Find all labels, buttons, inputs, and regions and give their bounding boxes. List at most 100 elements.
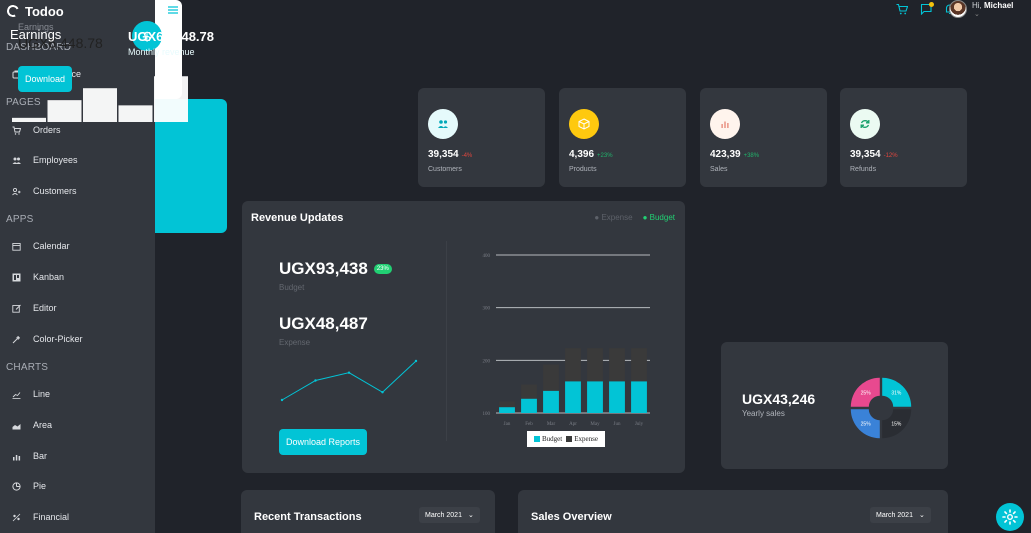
- stat-label: Customers: [428, 166, 462, 173]
- month-select[interactable]: March 2021 ⌄: [419, 507, 480, 523]
- monthly-bar: [83, 88, 117, 122]
- sidebar-item-label: Customers: [33, 186, 77, 196]
- sidebar-item-orders[interactable]: Orders: [12, 123, 61, 137]
- kanban-icon: [12, 273, 21, 282]
- earnings-value: UGX63,448.78: [128, 29, 215, 44]
- bar-chart-icon: [12, 452, 21, 461]
- line-chart-icon: [12, 390, 21, 399]
- sidebar-item-pie[interactable]: Pie: [12, 479, 46, 493]
- sidebar-item-calendar[interactable]: Calendar: [12, 239, 70, 253]
- customers-icon: [428, 109, 458, 139]
- legend-expense[interactable]: ● Expense: [594, 213, 632, 222]
- bar-budget: [521, 398, 537, 413]
- expense-value: UGX48,487: [279, 314, 368, 333]
- recent-title: Recent Transactions: [254, 511, 362, 523]
- sidebar-item-employees[interactable]: Employees: [12, 153, 78, 167]
- stat-label: Products: [569, 166, 597, 173]
- pie-label: 25%: [861, 421, 872, 427]
- sidebar-item-bar[interactable]: Bar: [12, 449, 47, 463]
- greeting-text: Hi,: [972, 1, 982, 10]
- sidebar-item-label: Calendar: [33, 241, 70, 251]
- bar-chart-icon: [710, 109, 740, 139]
- stat-card-products: 4,396 +23% Products: [559, 88, 686, 187]
- y-tick-label: 300: [483, 307, 491, 312]
- bar-expense: [631, 348, 647, 382]
- chevron-down-icon[interactable]: ⌄: [974, 10, 980, 18]
- sparkline-point: [347, 371, 351, 374]
- sidebar-item-label: Orders: [33, 125, 61, 135]
- monthly-bar: [47, 100, 82, 122]
- x-tick-label: Jan: [504, 422, 511, 427]
- section-apps: APPS: [6, 214, 34, 225]
- sales-overview-card: Sales Overview March 2021 ⌄: [518, 490, 948, 533]
- revenue-title: Revenue Updates: [251, 212, 344, 224]
- avatar[interactable]: [949, 0, 967, 18]
- bar-expense: [565, 348, 581, 382]
- pie-chart-icon: [12, 481, 21, 491]
- sidebar-item-financial[interactable]: Financial: [12, 510, 69, 524]
- revenue-legend: ● Expense ● Budget: [594, 213, 675, 222]
- bar-expense: [543, 364, 559, 391]
- brand[interactable]: Todoo: [5, 3, 64, 19]
- monthly-bar: [154, 76, 188, 122]
- sidebar-item-label: Color-Picker: [33, 334, 83, 344]
- y-tick-label: 200: [483, 359, 491, 364]
- stat-value: 423,39 +38%: [710, 149, 760, 160]
- monthly-bar: [118, 105, 153, 122]
- menu-toggle-icon[interactable]: [168, 3, 178, 18]
- sparkline-chart: [280, 359, 418, 402]
- sparkline-point: [414, 359, 418, 363]
- budget-label: Budget: [279, 283, 305, 292]
- x-tick-label: Feb: [525, 422, 533, 427]
- sidebar-item-label: Bar: [33, 451, 48, 461]
- user-name: Michael: [984, 1, 1014, 10]
- sidebar-item-label: Financial: [33, 512, 70, 522]
- customers-icon: [12, 187, 21, 196]
- logo-icon: [5, 3, 21, 19]
- section-charts: CHARTS: [6, 362, 49, 373]
- x-tick-label: Apr: [569, 422, 577, 427]
- chat-icon[interactable]: [920, 2, 934, 18]
- chart-legend: Budget Expense: [527, 431, 605, 447]
- yearly-value: UGX43,246: [742, 391, 816, 407]
- download-reports-button[interactable]: Download Reports: [279, 429, 367, 455]
- y-tick-label: 400: [483, 254, 491, 259]
- sidebar-item-line[interactable]: Line: [12, 387, 50, 401]
- recent-transactions-card: Recent Transactions March 2021 ⌄: [241, 490, 495, 533]
- monthly-bar: [12, 117, 46, 122]
- bar-expense: [587, 348, 603, 382]
- sidebar-item-area[interactable]: Area: [12, 418, 52, 432]
- x-tick-label: May: [590, 422, 600, 427]
- stat-value: 39,354 -12%: [850, 149, 898, 160]
- chevron-down-icon: ⌄: [467, 512, 474, 519]
- stat-change: -4%: [461, 153, 473, 159]
- color-picker-icon: [12, 335, 21, 344]
- stat-label: Refunds: [850, 166, 877, 173]
- user-greeting[interactable]: Hi, Michael: [972, 1, 1013, 10]
- bar-budget: [587, 381, 603, 413]
- divider: [446, 241, 447, 441]
- bar-budget: [543, 390, 559, 413]
- month-select[interactable]: March 2021 ⌄: [870, 507, 931, 523]
- sidebar-item-color-picker[interactable]: Color-Picker: [12, 332, 83, 346]
- budget-value: UGX93,438 23%: [279, 259, 392, 279]
- earnings-sub: Monthly revenue: [128, 47, 195, 57]
- sidebar-item-customers[interactable]: Customers: [12, 184, 77, 198]
- brand-name: Todoo: [25, 3, 64, 19]
- sidebar-item-label: Employees: [33, 155, 78, 165]
- bar-expense: [609, 348, 625, 382]
- sidebar-item-editor[interactable]: Editor: [12, 301, 57, 315]
- stat-card-customers: 39,354 -4% Customers: [418, 88, 545, 187]
- sidebar-item-kanban[interactable]: Kanban: [12, 270, 64, 284]
- cart-icon[interactable]: [896, 3, 909, 18]
- chat-notification-dot: [929, 2, 934, 7]
- stat-label: Sales: [710, 166, 728, 173]
- settings-gear-icon[interactable]: [996, 503, 1024, 531]
- stat-card-refunds: 39,354 -12% Refunds: [840, 88, 967, 187]
- expense-label: Expense: [279, 338, 311, 347]
- sparkline-point: [314, 379, 317, 382]
- legend-budget[interactable]: ● Budget: [643, 213, 675, 222]
- earnings-label: Earnings: [10, 27, 62, 42]
- people-icon: [12, 156, 21, 165]
- x-tick-label: July: [635, 422, 644, 427]
